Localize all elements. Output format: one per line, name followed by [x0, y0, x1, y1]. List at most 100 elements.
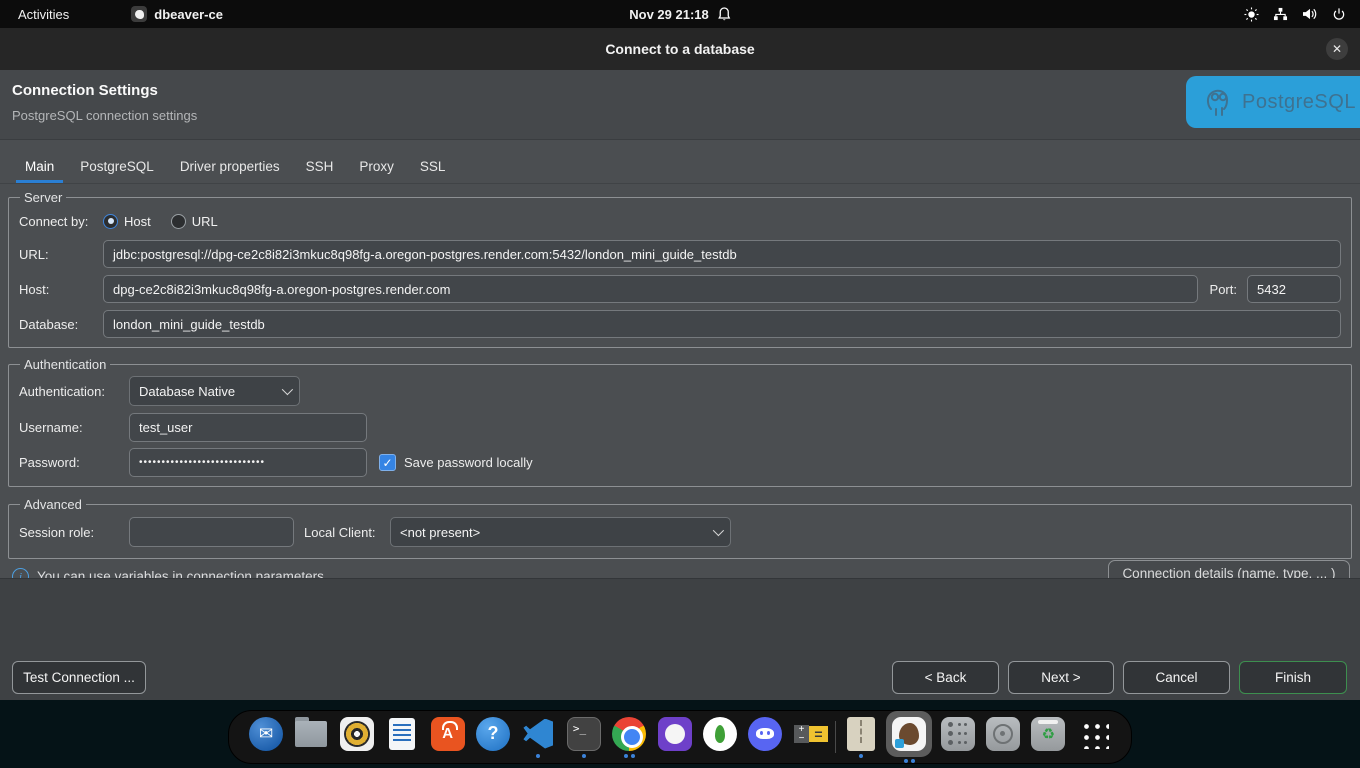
tab-ssh[interactable]: SSH	[293, 151, 347, 183]
save-password-label[interactable]: Save password locally	[404, 455, 533, 470]
focused-app-name: dbeaver-ce	[154, 7, 223, 22]
disks-icon	[986, 717, 1020, 751]
save-password-checkbox[interactable]: ✓	[379, 454, 396, 471]
postgresql-logo: PostgreSQL	[1186, 76, 1360, 128]
local-client-selected-value: <not present>	[400, 525, 480, 540]
desktop-background: ✉ A ? >_	[0, 700, 1360, 768]
dbeaver-app-icon	[131, 6, 147, 22]
tab-main[interactable]: Main	[12, 151, 67, 183]
password-input[interactable]: ••••••••••••••••••••••••••••	[129, 448, 367, 477]
cancel-button[interactable]: Cancel	[1123, 661, 1230, 694]
dock-item-discord[interactable]	[744, 716, 786, 759]
dock-item-github-desktop[interactable]	[654, 716, 696, 759]
page-subtitle: PostgreSQL connection settings	[12, 108, 1360, 123]
settings-list-icon	[941, 717, 975, 751]
focused-app-menu[interactable]: dbeaver-ce	[131, 6, 223, 22]
postgresql-elephant-icon	[1202, 85, 1236, 119]
advanced-group-legend: Advanced	[20, 497, 86, 512]
host-label: Host:	[19, 282, 103, 297]
dock: ✉ A ? >_	[228, 710, 1132, 764]
database-row: Database: london_mini_guide_testdb	[19, 310, 1341, 338]
dock-item-terminal[interactable]: >_	[563, 716, 605, 759]
finish-button[interactable]: Finish	[1239, 661, 1347, 694]
database-input[interactable]: london_mini_guide_testdb	[103, 310, 1341, 338]
dock-item-files[interactable]	[290, 716, 332, 759]
password-label: Password:	[19, 455, 129, 470]
dock-item-ubuntu-software[interactable]: A	[427, 716, 469, 759]
close-icon[interactable]: ✕	[1326, 38, 1348, 60]
password-row: Password: •••••••••••••••••••••••••••• ✓…	[19, 448, 1341, 477]
dbeaver-active-highlight	[886, 711, 932, 757]
tab-driver-properties[interactable]: Driver properties	[167, 151, 293, 183]
port-input[interactable]: 5432	[1247, 275, 1341, 303]
advanced-group: Advanced Session role: Local Client: <no…	[8, 497, 1352, 559]
url-row: URL: jdbc:postgresql://dpg-ce2c8i82i3mku…	[19, 240, 1341, 268]
local-client-label: Local Client:	[304, 525, 390, 540]
mongodb-leaf-icon	[703, 717, 737, 751]
dock-item-help[interactable]: ?	[472, 716, 514, 759]
dock-item-app-grid[interactable]	[1073, 716, 1115, 759]
clock-menu[interactable]: Nov 29 21:18	[629, 7, 731, 22]
trash-recycle-icon: ♻	[1031, 717, 1065, 751]
test-connection-button[interactable]: Test Connection ...	[12, 661, 146, 694]
connection-details-button[interactable]: Connection details (name, type, ... )	[1108, 560, 1350, 578]
night-light-icon	[1244, 7, 1259, 22]
writer-document-icon	[389, 718, 415, 750]
back-button[interactable]: < Back	[892, 661, 999, 694]
wizard-header: Connection Settings PostgreSQL connectio…	[0, 70, 1360, 140]
username-input[interactable]: test_user	[129, 413, 367, 442]
dock-item-trash[interactable]: ♻	[1027, 716, 1069, 759]
dock-item-calculator[interactable]: +− =	[790, 716, 832, 759]
main-tab-content: Server Connect by: Host URL URL: jdbc:po…	[0, 184, 1360, 578]
port-label: Port:	[1210, 282, 1237, 297]
dock-item-settings[interactable]	[937, 716, 979, 759]
dock-item-vscode[interactable]	[517, 716, 559, 759]
system-status-area[interactable]	[1244, 7, 1360, 22]
network-icon	[1273, 7, 1288, 21]
postgresql-logo-text: PostgreSQL	[1242, 91, 1356, 114]
clock-text: Nov 29 21:18	[629, 7, 709, 22]
next-button[interactable]: Next >	[1008, 661, 1114, 694]
radio-url[interactable]	[171, 214, 186, 229]
chevron-down-icon	[282, 384, 293, 395]
radio-url-label[interactable]: URL	[192, 214, 218, 229]
authentication-label: Authentication:	[19, 384, 129, 399]
radio-host[interactable]	[103, 214, 118, 229]
vscode-icon	[523, 719, 553, 749]
dock-item-rhythmbox[interactable]	[336, 716, 378, 759]
discord-icon	[748, 717, 782, 751]
ubuntu-software-icon: A	[431, 717, 465, 751]
dock-item-dbeaver[interactable]	[885, 711, 933, 764]
session-role-input[interactable]	[129, 517, 294, 547]
authentication-group: Authentication Authentication: Database …	[8, 357, 1352, 487]
dock-item-thunderbird[interactable]: ✉	[245, 716, 287, 759]
archive-zip-icon	[847, 717, 875, 751]
advanced-row: Session role: Local Client: <not present…	[19, 517, 1341, 549]
session-role-label: Session role:	[19, 525, 129, 540]
host-input[interactable]: dpg-ce2c8i82i3mkuc8q98fg-a.oregon-postgr…	[103, 275, 1198, 303]
dialog-title: Connect to a database	[605, 41, 754, 57]
volume-icon	[1302, 7, 1318, 21]
tab-proxy[interactable]: Proxy	[346, 151, 407, 183]
dock-item-archive-manager[interactable]	[840, 716, 882, 759]
chrome-icon	[612, 717, 646, 751]
dock-item-chrome[interactable]	[608, 716, 650, 759]
dock-item-disks[interactable]	[982, 716, 1024, 759]
dock-item-mongodb-compass[interactable]	[699, 716, 741, 759]
username-row: Username: test_user	[19, 413, 1341, 442]
variables-hint-text: You can use variables in connection para…	[37, 569, 324, 578]
connect-database-dialog: Connect to a database ✕ Connection Setti…	[0, 28, 1360, 700]
server-group: Server Connect by: Host URL URL: jdbc:po…	[8, 190, 1352, 348]
tab-ssl[interactable]: SSL	[407, 151, 459, 183]
authentication-select[interactable]: Database Native	[129, 376, 300, 406]
connect-by-row: Connect by: Host URL	[19, 206, 1341, 236]
url-input[interactable]: jdbc:postgresql://dpg-ce2c8i82i3mkuc8q98…	[103, 240, 1341, 268]
dock-separator	[835, 721, 836, 753]
radio-host-label[interactable]: Host	[124, 214, 151, 229]
username-label: Username:	[19, 420, 129, 435]
local-client-select[interactable]: <not present>	[390, 517, 731, 547]
dock-item-libreoffice-writer[interactable]	[381, 716, 423, 759]
activities-button[interactable]: Activities	[0, 0, 87, 28]
tab-postgresql[interactable]: PostgreSQL	[67, 151, 167, 183]
dialog-titlebar[interactable]: Connect to a database ✕	[0, 28, 1360, 70]
